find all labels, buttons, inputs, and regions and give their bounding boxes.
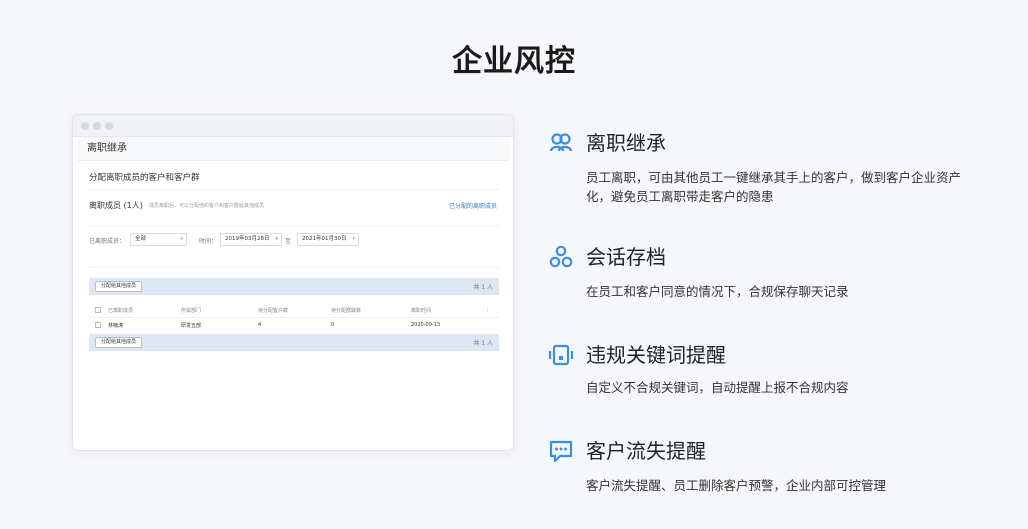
chevron-down-icon: ▾	[275, 236, 278, 242]
window-dot-icon	[93, 122, 101, 130]
window-dot-icon	[105, 122, 113, 130]
feature-description: 员工离职，可由其他员工一键继承其手上的客户，做到客户企业资产化，避免员工离职带走…	[586, 170, 962, 204]
table-cell-date: 2020-09-13	[411, 322, 441, 328]
table-cell-name: 林楠涛	[108, 323, 124, 329]
table-header: 所属部门	[181, 308, 202, 314]
table-footer-bar: 分配给其他成员 共 1 人	[89, 334, 499, 351]
divider	[89, 317, 499, 318]
page-title: 企业风控	[452, 44, 576, 79]
assign-to-others-button[interactable]: 分配给其他成员	[95, 281, 143, 292]
column-settings-icon[interactable]: ⋮	[485, 307, 490, 313]
mock-subtitle: 分配离职成员的客户和客户群	[89, 173, 200, 183]
table-toolbar: 分配给其他成员 共 1 人	[89, 278, 499, 295]
assigned-members-link[interactable]: 已分配的离职成员	[449, 201, 497, 210]
member-select[interactable]: 全部 ▾	[130, 233, 187, 246]
feature-description: 自定义不合规关键词，自动提醒上报不合规内容	[586, 380, 849, 395]
divider	[89, 225, 499, 226]
select-all-checkbox[interactable]	[95, 307, 101, 313]
chevron-down-icon: ▾	[352, 236, 355, 242]
divider	[89, 189, 499, 190]
feature-description: 客户流失提醒、员工删除客户预警，企业内部可控管理	[586, 478, 887, 493]
chevron-down-icon: ▾	[180, 236, 183, 242]
window-dot-icon	[81, 122, 89, 130]
date-from-select[interactable]: 2019年03月28日 ▾	[220, 233, 282, 246]
archive-circles-icon	[549, 245, 573, 268]
assign-to-others-button[interactable]: 分配给其他成员	[95, 337, 143, 348]
table-header: 待分配客户数	[258, 308, 289, 314]
member-count: 共 1 人	[473, 340, 493, 347]
divider	[89, 267, 499, 268]
mock-content: 离职继承 分配离职成员的客户和客户群 离职成员 (1人) 成员离职后，可以分配他…	[77, 137, 509, 445]
feature-title: 违规关键词提醒	[586, 343, 726, 367]
leaver-count-label: 离职成员 (1人)	[89, 201, 143, 210]
table-header: 离职时间	[411, 308, 432, 314]
screenshot-mockup: 离职继承 分配离职成员的客户和客户群 离职成员 (1人) 成员离职后，可以分配他…	[72, 114, 514, 451]
member-select-value: 全部	[135, 236, 147, 242]
table-header: 待分配群聊数	[331, 308, 362, 314]
alert-device-icon	[548, 344, 574, 366]
chat-bubble-icon	[549, 440, 573, 463]
feature-description: 在员工和客户同意的情况下，合规保存聊天记录	[586, 284, 849, 299]
table-cell-groups: 0	[331, 322, 335, 328]
member-filter-label: 已离职成员：	[89, 238, 126, 245]
feature-title: 离职继承	[586, 131, 666, 155]
table-header: 已离职成员	[108, 308, 134, 314]
users-icon	[549, 133, 573, 152]
time-filter-label: 时间：	[199, 238, 218, 245]
date-from-value: 2019年03月28日	[225, 236, 270, 242]
table-cell-dept: 研发五部	[181, 323, 202, 329]
date-to-select[interactable]: 2021年01月30日 ▾	[297, 233, 359, 246]
feature-title: 客户流失提醒	[586, 439, 706, 463]
date-range-separator: 至	[285, 238, 292, 245]
feature-title: 会话存档	[586, 245, 666, 269]
window-titlebar	[73, 115, 513, 137]
date-to-value: 2021年01月30日	[302, 236, 347, 242]
leaver-tip: 成员离职后，可以分配他的客户和客户群给其他成员	[149, 203, 265, 209]
mock-header: 离职继承	[77, 137, 509, 161]
member-count: 共 1 人	[473, 284, 493, 291]
table-cell-customers: 4	[258, 322, 262, 328]
row-checkbox[interactable]	[95, 322, 101, 328]
